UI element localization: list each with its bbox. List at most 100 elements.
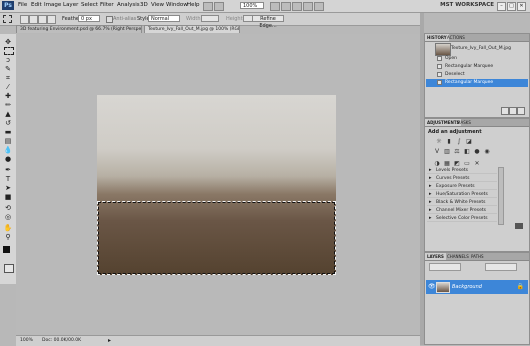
brush-tool-icon[interactable]: ✏ — [3, 101, 13, 109]
preset-curves[interactable]: Curves Presets — [427, 175, 497, 182]
status-zoom[interactable]: 100% — [20, 338, 33, 343]
history-state[interactable]: Open — [426, 55, 528, 63]
workspace-switcher[interactable]: MST WORKSPACE — [440, 2, 494, 8]
view-extras-button[interactable] — [214, 2, 224, 11]
quick-mask-icon[interactable] — [4, 264, 14, 273]
menu-edit[interactable]: Edit — [31, 2, 42, 8]
style-select[interactable]: Normal — [148, 15, 180, 22]
feather-field[interactable]: 0 px — [78, 15, 100, 22]
preset-selective-color[interactable]: Selective Color Presets — [427, 215, 497, 222]
new-document-icon[interactable] — [501, 107, 509, 115]
rotate-view-button[interactable] — [292, 2, 302, 11]
add-selection-icon[interactable] — [29, 15, 38, 24]
vibrance-icon[interactable]: V — [433, 148, 441, 155]
dodge-tool-icon[interactable]: ● — [3, 155, 13, 163]
tab-masks[interactable]: MASKS — [455, 119, 473, 126]
blend-mode-select[interactable] — [429, 263, 461, 271]
preset-levels[interactable]: Levels Presets — [427, 167, 497, 174]
screen-mode-button[interactable] — [314, 2, 324, 11]
tab-channels[interactable]: CHANNELS — [445, 253, 471, 260]
zoom-tool-icon[interactable]: ⚲ — [3, 233, 13, 241]
move-tool-icon[interactable]: ✥ — [3, 38, 13, 46]
gradient-tool-icon[interactable]: ▤ — [3, 137, 13, 145]
curves-icon[interactable]: ∫ — [455, 138, 463, 145]
preset-black-white[interactable]: Black & White Presets — [427, 199, 497, 206]
marquee-icon[interactable] — [3, 15, 12, 23]
eraser-tool-icon[interactable]: ▬ — [3, 128, 13, 136]
tab-3d-environment[interactable]: 3D featuring Environment.psd @ 66.7% (Ri… — [16, 25, 142, 33]
menu-window[interactable]: Window — [166, 2, 188, 8]
intersect-selection-icon[interactable] — [47, 15, 56, 24]
snapshot-label[interactable]: Texture_Ivy_Fall_Out_M.jpg — [451, 46, 511, 51]
tab-layers[interactable]: LAYERS — [425, 253, 446, 260]
history-state-selected[interactable]: Rectangular Marquee — [426, 79, 528, 87]
channel-mixer-icon[interactable]: ◉ — [483, 148, 491, 155]
new-snapshot-icon[interactable] — [509, 107, 517, 115]
width-field[interactable] — [201, 15, 219, 22]
new-selection-icon[interactable] — [20, 15, 29, 24]
3d-rotate-tool-icon[interactable]: ⟲ — [3, 204, 13, 212]
crop-tool-icon[interactable]: ⌗ — [3, 74, 13, 82]
history-state[interactable]: Deselect — [426, 71, 528, 79]
antialias-checkbox[interactable] — [106, 16, 113, 23]
preset-hue-saturation[interactable]: Hue/Saturation Presets — [427, 191, 497, 198]
hand-tool-icon[interactable]: ✋ — [3, 224, 13, 232]
foreground-color-swatch[interactable] — [3, 246, 10, 253]
refine-edge-button[interactable]: Refine Edge... — [252, 15, 284, 29]
minimize-button[interactable]: – — [497, 2, 506, 11]
eye-icon[interactable]: 👁 — [428, 283, 436, 290]
zoom-tool-button[interactable] — [281, 2, 291, 11]
type-tool-icon[interactable]: T — [3, 175, 13, 183]
status-menu-arrow-icon[interactable]: ▸ — [108, 337, 111, 344]
layer-row-background[interactable]: 👁 Background 🔒 — [426, 280, 528, 294]
subtract-selection-icon[interactable] — [38, 15, 47, 24]
maximize-button[interactable]: □ — [507, 2, 516, 11]
trash-icon[interactable] — [517, 107, 525, 115]
selective-color-icon[interactable]: ✕ — [473, 160, 481, 167]
brightness-icon[interactable]: ☼ — [435, 138, 443, 145]
tab-actions[interactable]: ACTIONS — [445, 34, 467, 41]
menu-select[interactable]: Select — [81, 2, 98, 8]
3d-orbit-tool-icon[interactable]: ◎ — [3, 213, 13, 221]
launch-bridge-button[interactable] — [203, 2, 213, 11]
preset-scrollbar[interactable] — [498, 167, 504, 225]
history-brush-tool-icon[interactable]: ↺ — [3, 119, 13, 127]
photo-filter-icon[interactable]: ● — [473, 148, 481, 155]
marquee-tool-icon[interactable] — [4, 47, 14, 55]
threshold-icon[interactable]: ◩ — [453, 160, 461, 167]
posterize-icon[interactable]: ▦ — [443, 160, 451, 167]
zoom-level-field[interactable]: 100% — [240, 2, 264, 9]
shape-tool-icon[interactable]: ■ — [3, 193, 13, 201]
lasso-tool-icon[interactable]: ↄ — [3, 56, 13, 64]
black-white-icon[interactable]: ◧ — [463, 148, 471, 155]
tab-paths[interactable]: PATHS — [469, 253, 486, 260]
tab-texture-ivy[interactable]: Texture_Ivy_Fall_Out_M.jpg @ 100% (RGB/8… — [144, 25, 240, 33]
pen-tool-icon[interactable]: ✒ — [3, 166, 13, 174]
menu-filter[interactable]: Filter — [100, 2, 114, 8]
invert-icon[interactable]: ◑ — [433, 160, 441, 167]
menu-layer[interactable]: Layer — [63, 2, 78, 8]
menu-image[interactable]: Image — [44, 2, 61, 8]
opacity-field[interactable] — [485, 263, 517, 271]
clip-to-layer-icon[interactable] — [515, 223, 523, 229]
clone-stamp-tool-icon[interactable]: ▲ — [3, 110, 13, 118]
quick-select-tool-icon[interactable]: ✎ — [3, 65, 13, 73]
levels-icon[interactable]: ▮ — [445, 138, 453, 145]
history-state[interactable]: Rectangular Marquee — [426, 63, 528, 71]
hand-tool-button[interactable] — [270, 2, 280, 11]
close-button[interactable]: ✕ — [517, 2, 526, 11]
menu-analysis[interactable]: Analysis — [117, 2, 140, 8]
menu-help[interactable]: Help — [187, 2, 200, 8]
blur-tool-icon[interactable]: 💧 — [3, 146, 13, 154]
path-select-tool-icon[interactable]: ➤ — [3, 184, 13, 192]
exposure-icon[interactable]: ◪ — [465, 138, 473, 145]
menu-view[interactable]: View — [151, 2, 164, 8]
menu-file[interactable]: File — [18, 2, 27, 8]
preset-channel-mixer[interactable]: Channel Mixer Presets — [427, 207, 497, 214]
menu-3d[interactable]: 3D — [140, 2, 148, 8]
layer-name[interactable]: Background — [452, 284, 482, 290]
preset-exposure[interactable]: Exposure Presets — [427, 183, 497, 190]
eyedropper-tool-icon[interactable]: ⁄ — [3, 83, 13, 91]
hue-saturation-icon[interactable]: ▥ — [443, 148, 451, 155]
arrange-documents-button[interactable] — [303, 2, 313, 11]
